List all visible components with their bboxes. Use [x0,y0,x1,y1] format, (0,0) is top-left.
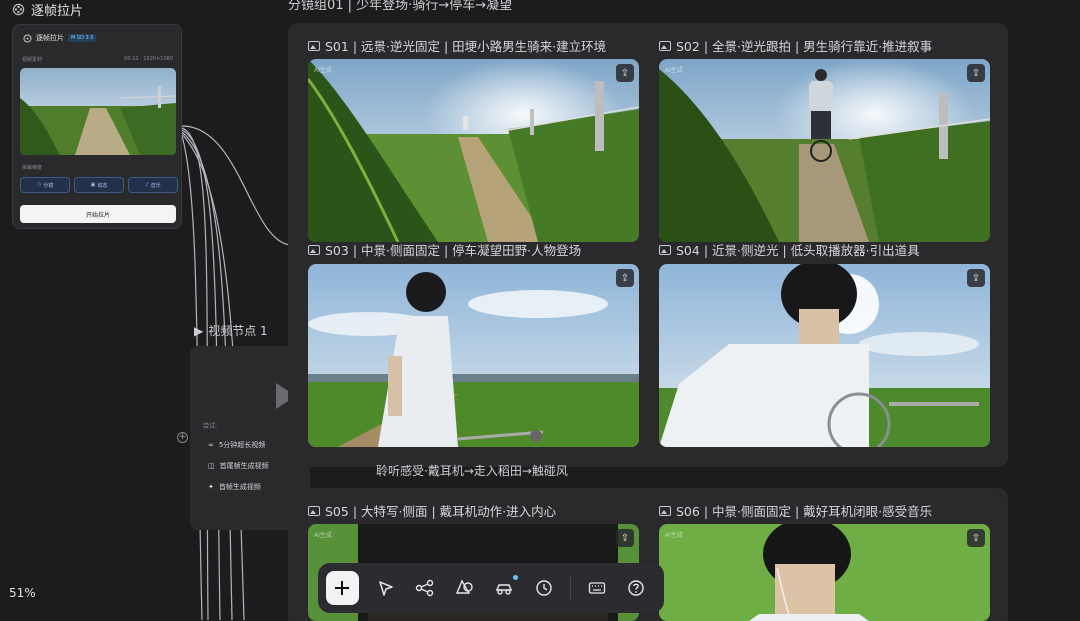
shot-image-s06[interactable]: AI生成 ⇪ [659,524,990,621]
film-frames-icon [12,3,25,15]
assets-button[interactable] [485,571,525,605]
toolbar-divider [569,577,571,599]
shot-image-s02[interactable]: AI生成 ⇪ [659,59,990,242]
chip-storyboard[interactable]: ⚆ 分镜 [20,177,70,193]
node-header: 逐帧拉片 M SD 3.5 [23,33,97,43]
history-button[interactable] [524,571,564,605]
shot-label-text: S01 | 远景·逆光固定 | 田埂小路男生骑来·建立环境 [325,39,607,54]
shot-label-text: S04 | 近景·侧逆光 | 低头取播放器·引出道具 [676,243,920,258]
thumbnail-image [20,68,176,155]
nodes-button[interactable] [405,571,445,605]
export-icon[interactable]: ⇪ [616,64,634,82]
video-node-title[interactable]: ▶ 视频节点 1 [194,322,268,339]
help-button[interactable] [616,571,656,605]
export-icon[interactable]: ⇪ [967,269,985,287]
shot-picture [308,264,639,447]
layers-icon: ◫ [208,462,215,470]
film-frames-icon [23,33,32,43]
option-label: 5分钟超长视频 [218,441,266,449]
keyboard-icon [588,582,605,594]
music-icon: ♪ [145,182,149,188]
image-icon [659,40,671,51]
image-icon [659,244,671,255]
export-icon[interactable]: ⇪ [967,529,985,547]
shapes-icon [455,579,473,594]
car-asset-icon [496,584,513,595]
add-button[interactable] [326,571,359,605]
shot-picture [659,264,990,447]
zoom-level[interactable]: 51% [9,586,36,600]
bottom-toolbar [318,563,664,613]
shot-label: S03 | 中景·侧面固定 | 停车凝望田野·人物登场 [308,240,581,259]
select-tool-button[interactable] [366,571,406,605]
shot-picture [659,59,990,242]
export-icon[interactable]: ⇪ [616,529,634,547]
shot-picture [308,59,639,242]
shapes-button[interactable] [445,571,485,605]
export-icon[interactable]: ⇪ [616,269,634,287]
ai-watermark: AI生成 [665,532,683,539]
history-icon [536,580,552,596]
chip-label: 动态 [97,182,108,189]
frame-analysis-node[interactable]: 逐帧拉片 M SD 3.5 视频素材 00:12 · 1920×1080 拆解维… [12,24,182,229]
node-title: 逐帧拉片 [36,34,64,42]
option-first-last-frame[interactable]: ◫ 首尾帧生成视频 [208,461,269,471]
chip-label: 音乐 [150,182,161,189]
model-badge: M SD 3.5 [68,34,97,42]
select-pointer-icon [378,581,393,596]
video-node-title-text: 视频节点 1 [208,324,268,338]
material-row: 视频素材 00:12 · 1920×1080 [22,56,173,63]
try-label: 尝试: [203,423,218,430]
app-title-text: 逐帧拉片 [31,3,84,19]
nodes-icon [416,579,434,597]
help-icon [628,580,644,596]
image-icon [308,244,320,255]
shortcuts-button[interactable] [577,571,617,605]
dimension-chips: ⚆ 分镜 ▣ 动态 ♪ 音乐 [20,177,178,193]
motion-icon: ▣ [90,182,96,188]
shot-label: S01 | 远景·逆光固定 | 田埂小路男生骑来·建立环境 [308,36,606,55]
option-label: 首帧生成视频 [218,483,261,491]
image-icon [308,505,320,516]
shot-label: S06 | 中景·侧面固定 | 戴好耳机闭眼·感受音乐 [659,501,932,520]
video-thumbnail[interactable] [20,68,176,155]
section-label: 拆解维度 [22,165,43,171]
material-meta: 00:12 · 1920×1080 [124,56,173,62]
shot-label-text: S05 | 大特写·侧面 | 戴耳机动作·进入内心 [325,504,557,519]
add-connection-icon[interactable]: + [177,432,188,443]
image-icon [308,40,320,51]
option-first-frame[interactable]: ✦ 首帧生成视频 [208,482,261,492]
chip-label: 分镜 [43,182,54,189]
add-icon [335,581,350,595]
option-long-video[interactable]: ∞ 5分钟超长视频 [208,440,265,450]
ai-watermark: AI生成 [665,67,683,74]
play-triangle-icon: ▶ [194,323,204,338]
shot-picture [659,524,990,621]
notification-dot [513,575,519,580]
sparkle-icon: ✦ [208,483,214,491]
group-title: 分镜组01 | 少年登场·骑行→停车→凝望 [288,0,513,13]
chip-motion[interactable]: ▣ 动态 [74,177,124,193]
shot-label-text: S03 | 中景·侧面固定 | 停车凝望田野·人物登场 [325,243,582,258]
shot-label-text: S02 | 全景·逆光跟拍 | 男生骑行靠近·推进叙事 [676,39,933,54]
shot-image-s01[interactable]: AI生成 ⇪ [308,59,639,242]
shot-label: S02 | 全景·逆光跟拍 | 男生骑行靠近·推进叙事 [659,36,932,55]
shot-label-text: S06 | 中景·侧面固定 | 戴好耳机闭眼·感受音乐 [676,504,933,519]
shot-image-s03[interactable]: ⇪ [308,264,639,447]
export-icon[interactable]: ⇪ [967,64,985,82]
shot-label: S05 | 大特写·侧面 | 戴耳机动作·进入内心 [308,501,556,520]
infinity-icon: ∞ [208,441,214,449]
start-analysis-button[interactable]: 开始拉片 [20,205,176,223]
storyboard-icon: ⚆ [36,182,42,188]
chip-music[interactable]: ♪ 音乐 [128,177,178,193]
ai-watermark: AI生成 [314,532,332,539]
material-label: 视频素材 [22,57,43,63]
ai-watermark: AI生成 [314,67,332,74]
app-title: 逐帧拉片 [12,0,84,19]
option-label: 首尾帧生成视频 [219,462,269,470]
shot-label: S04 | 近景·侧逆光 | 低头取播放器·引出道具 [659,240,920,259]
group-title: 聆听感受·戴耳机→走入稻田→触碰风 [376,464,568,478]
shot-image-s04[interactable]: ⇪ [659,264,990,447]
image-icon [659,505,671,516]
